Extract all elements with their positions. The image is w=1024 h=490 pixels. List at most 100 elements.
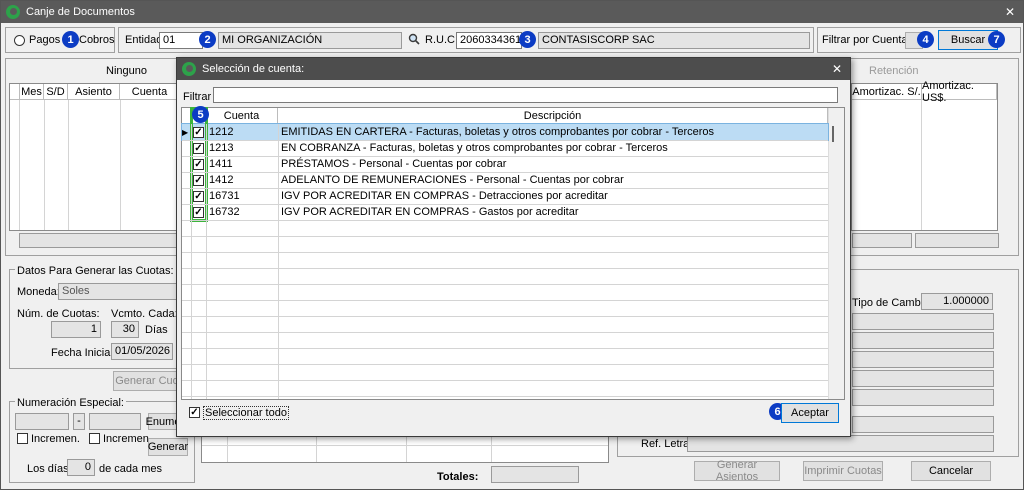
cuenta-desc: ADELANTO DE REMUNERACIONES - Personal - … <box>281 174 624 186</box>
los-dias-label: Los días: <box>27 463 72 475</box>
generar-cuotas-button[interactable]: Generar Cuo <box>113 371 181 391</box>
right-field-2 <box>852 332 994 349</box>
right-grid <box>851 83 998 231</box>
ref-letra-label: Ref. Letra: <box>641 438 693 450</box>
entidad-input[interactable]: 01 <box>159 32 203 49</box>
col-asiento: Asiento <box>68 84 120 100</box>
cuenta-desc: EMITIDAS EN CARTERA - Facturas, boletas … <box>281 126 715 138</box>
cuentas-scrollbar[interactable] <box>828 108 844 399</box>
los-dias-input[interactable]: 0 <box>67 459 95 476</box>
dias-label: Días <box>145 324 168 336</box>
badge-5: 5 <box>192 106 209 123</box>
tab-retencion[interactable]: Retención <box>869 65 919 77</box>
num-dash: - <box>73 413 85 430</box>
badge-1: 1 <box>62 31 79 48</box>
enumerar-button[interactable]: Enume <box>146 413 180 430</box>
col-descripcion-header: Descripción <box>278 108 828 124</box>
num-serie-input[interactable] <box>15 413 69 430</box>
filtrar-input[interactable] <box>213 87 838 103</box>
aceptar-button[interactable]: Aceptar <box>781 403 839 423</box>
dialog-title: Selección de cuenta: <box>202 63 305 75</box>
scroll-thumb[interactable] <box>832 126 834 142</box>
radio-pagos[interactable] <box>14 35 25 46</box>
cuenta-code: 1212 <box>209 126 234 138</box>
col-amort-usd: Amortizac. US$. <box>922 80 997 104</box>
window-title: Canje de Documentos <box>26 6 135 18</box>
grid-col-line <box>278 124 279 399</box>
badge-4: 4 <box>917 31 934 48</box>
cuenta-code: 1412 <box>209 174 234 186</box>
right-field-6 <box>852 416 994 433</box>
generar-button[interactable]: Generar <box>148 438 188 456</box>
right-scrollbar[interactable] <box>1002 83 1017 231</box>
badge-2: 2 <box>199 31 216 48</box>
incremen-checkbox-2[interactable] <box>89 433 100 444</box>
vcmto-input[interactable]: 30 <box>111 321 139 338</box>
cuenta-desc: IGV POR ACREDITAR EN COMPRAS - Detraccio… <box>281 190 608 202</box>
badge-3: 3 <box>519 31 536 48</box>
totales-label: Totales: <box>437 471 479 483</box>
cuenta-desc: EN COBRANZA - Facturas, boletas y otros … <box>281 142 668 154</box>
incremen-label-2: Incremen. <box>103 433 152 445</box>
ref-letra-input[interactable] <box>687 435 994 452</box>
grid-col-line <box>191 124 192 399</box>
seleccion-cuenta-dialog: Selección de cuenta: ✕ Filtrar Cuenta De… <box>176 57 851 437</box>
col-amort-soles: Amortizac. S/. <box>852 84 922 100</box>
left-grid <box>9 83 181 231</box>
cuenta-code: 1213 <box>209 142 234 154</box>
entidad-label: Entidad <box>125 34 163 46</box>
seleccionar-todo-checkbox[interactable]: ✓ <box>189 407 200 418</box>
vcmto-label: Vcmto. Cada: <box>111 308 178 320</box>
title-bar: Canje de Documentos ✕ <box>1 1 1023 23</box>
cuotas-legend: Datos Para Generar las Cuotas: <box>15 265 176 277</box>
cuenta-code: 16731 <box>209 190 240 202</box>
right-total-2 <box>915 233 999 248</box>
totales-field <box>491 466 579 483</box>
num-cuotas-input[interactable]: 1 <box>51 321 101 338</box>
cuenta-code: 1411 <box>209 158 233 170</box>
imprimir-cuotas-button[interactable]: Imprimir Cuotas <box>803 461 883 481</box>
right-grid-header: Amortizac. S/. Amortizac. US$. <box>852 80 997 104</box>
ruc-input[interactable]: 20603343612 <box>456 32 522 49</box>
col-mes: Mes <box>20 84 44 100</box>
num-numero-input[interactable] <box>89 413 141 430</box>
right-field-3 <box>852 351 994 368</box>
generar-asientos-button[interactable]: Generar Asientos <box>694 459 780 483</box>
filtrar-label: Filtrar <box>183 91 212 103</box>
num-cuotas-label: Núm. de Cuotas: <box>17 308 100 320</box>
col-cuenta: Cuenta <box>120 84 180 100</box>
cancelar-button[interactable]: Cancelar <box>911 461 991 481</box>
col-cuenta-header: Cuenta <box>206 108 278 124</box>
cuenta-code: 16732 <box>209 206 240 218</box>
search-icon[interactable] <box>408 33 420 45</box>
left-grid-header: Mes S/D Asiento Cuenta <box>10 84 180 100</box>
cuenta-desc: PRÉSTAMOS - Personal - Cuentas por cobra… <box>281 158 507 170</box>
right-field-1 <box>852 313 994 330</box>
fecha-inicial-input[interactable]: 01/05/2026 <box>111 343 173 360</box>
dialog-close-button[interactable]: ✕ <box>824 62 850 76</box>
cuenta-desc: IGV POR ACREDITAR EN COMPRAS - Gastos po… <box>281 206 579 218</box>
de-cada-mes-label: de cada mes <box>99 463 162 475</box>
incremen-checkbox-1[interactable] <box>17 433 28 444</box>
close-window-button[interactable]: ✕ <box>997 5 1023 19</box>
badge-7: 7 <box>988 31 1005 48</box>
seleccionar-todo-label[interactable]: Seleccionar todo <box>203 406 289 420</box>
radio-cobros-label[interactable]: Cobros <box>79 34 114 46</box>
moneda-select[interactable]: Soles <box>58 283 182 300</box>
tipo-cambio-input[interactable]: 1.000000 <box>921 293 993 310</box>
right-total-1 <box>852 233 912 248</box>
filtrar-cuentas-label: Filtrar por Cuentas: <box>822 34 917 46</box>
app-logo-icon <box>6 5 20 19</box>
entidad-name-field: MI ORGANIZACIÓN <box>218 32 402 49</box>
col-sd: S/D <box>44 84 68 100</box>
right-field-4 <box>852 370 994 387</box>
cuentas-grid-header: Cuenta Descripción <box>182 108 828 124</box>
tab-ninguno[interactable]: Ninguno <box>106 65 147 77</box>
left-totals-bar <box>19 233 181 248</box>
dialog-title-bar: Selección de cuenta: ✕ <box>177 58 850 80</box>
radio-pagos-label: Pagos <box>29 34 61 46</box>
grid-col-line <box>206 124 207 399</box>
moneda-label: Moneda: <box>17 286 60 298</box>
incremen-label-1: Incremen. <box>31 433 80 445</box>
numeracion-legend: Numeración Especial: <box>15 397 126 409</box>
